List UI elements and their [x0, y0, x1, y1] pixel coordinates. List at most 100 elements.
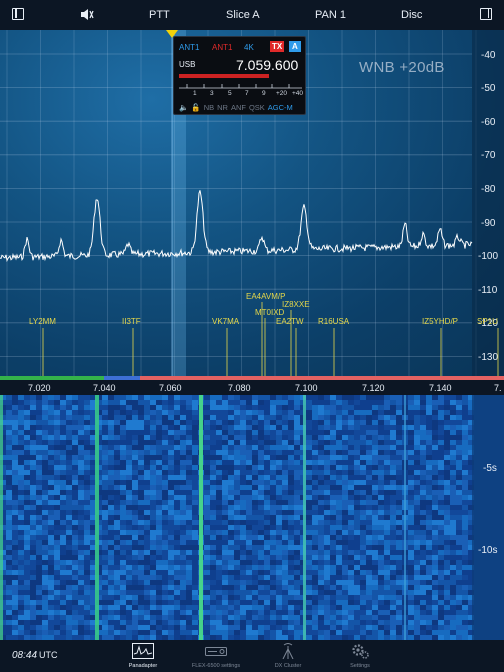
waterfall-cell: [156, 615, 162, 620]
waterfall-cell: [360, 430, 366, 435]
agc-button[interactable]: AGC-M: [268, 103, 293, 112]
tab-settings[interactable]: Settings: [325, 641, 395, 671]
anf-button[interactable]: ANF: [231, 103, 246, 112]
waterfall-cell: [186, 490, 192, 495]
waterfall-cell: [216, 485, 222, 490]
waterfall-cell: [204, 420, 210, 425]
waterfall-cell: [246, 565, 252, 570]
sidebar-toggle-icon[interactable]: [12, 8, 24, 20]
waterfall-cell: [324, 520, 330, 525]
waterfall-cell: [36, 595, 42, 600]
slice-letter-badge[interactable]: A: [289, 41, 301, 52]
waterfall-cell: [192, 620, 198, 625]
tab-panadapter[interactable]: Panadapter: [108, 641, 178, 671]
disconnect-button[interactable]: Disc: [401, 9, 422, 21]
ptt-button[interactable]: PTT: [149, 9, 170, 21]
waterfall-cell: [294, 620, 300, 625]
waterfall-cell: [354, 520, 360, 525]
waterfall-cell: [384, 425, 390, 430]
waterfall-cell: [138, 530, 144, 535]
dx-spot[interactable]: LY2MM: [29, 317, 56, 326]
waterfall-cell: [432, 630, 438, 635]
pan-selector[interactable]: PAN 1: [315, 9, 346, 21]
wnb-indicator[interactable]: WNB +20dB: [359, 59, 445, 76]
waterfall-cell: [390, 510, 396, 515]
dx-spot[interactable]: EA4AVM/P: [246, 292, 285, 301]
waterfall-cell: [234, 625, 240, 630]
waterfall-cell: [204, 510, 210, 515]
waterfall-cell: [222, 430, 228, 435]
tab-radio-settings[interactable]: FLEX-6500 settings: [181, 641, 251, 671]
waterfall-cell: [312, 450, 318, 455]
waterfall-cell: [30, 420, 36, 425]
waterfall-cell: [234, 400, 240, 405]
dx-spot[interactable]: SP1U: [477, 317, 498, 326]
waterfall-cell: [186, 580, 192, 585]
waterfall-cell: [132, 460, 138, 465]
slice-frequency[interactable]: 7.059.600: [236, 57, 298, 73]
dx-spot[interactable]: II3TF: [122, 317, 141, 326]
dx-spot[interactable]: EA2TW: [276, 317, 304, 326]
dx-spot[interactable]: MT0IXD: [255, 308, 284, 317]
panel-toggle-icon[interactable]: [480, 8, 492, 20]
waterfall-cell: [270, 575, 276, 580]
waterfall-cell: [252, 560, 258, 565]
waterfall-cell: [444, 450, 450, 455]
dx-spot[interactable]: IZ5YHD/P: [422, 317, 458, 326]
rx-antenna[interactable]: ANT1: [179, 43, 199, 52]
tx-antenna[interactable]: ANT1: [212, 43, 232, 52]
waterfall-cell: [102, 610, 108, 615]
waterfall-cell: [228, 415, 234, 420]
dx-spot[interactable]: VK7MA: [212, 317, 239, 326]
waterfall-cell: [114, 480, 120, 485]
waterfall-cell: [432, 430, 438, 435]
slice-flag[interactable]: ANT1 ANT1 4K TX A USB 7.059.600 1 3 5 7: [173, 36, 306, 115]
tab-dx-cluster[interactable]: DX Cluster: [253, 641, 323, 671]
waterfall-cell: [102, 575, 108, 580]
qsk-button[interactable]: QSK: [249, 103, 265, 112]
waterfall-cell: [390, 415, 396, 420]
waterfall-cell: [48, 465, 54, 470]
mode-select[interactable]: USB: [179, 60, 195, 69]
filter-width[interactable]: 4K: [244, 43, 254, 52]
waterfall-cell: [66, 395, 72, 400]
waterfall-cell: [450, 630, 456, 635]
waterfall-cell: [204, 460, 210, 465]
nb-button[interactable]: NB: [204, 103, 214, 112]
waterfall[interactable]: -5s -10s: [0, 395, 504, 640]
waterfall-cell: [414, 410, 420, 415]
waterfall-cell: [360, 500, 366, 505]
waterfall-cell: [246, 425, 252, 430]
waterfall-cell: [84, 485, 90, 490]
waterfall-cell: [354, 440, 360, 445]
waterfall-cell: [192, 400, 198, 405]
waterfall-cell: [42, 415, 48, 420]
waterfall-cell: [186, 445, 192, 450]
waterfall-cell: [54, 590, 60, 595]
slice-selector[interactable]: Slice A: [226, 9, 260, 21]
speaker-icon[interactable]: 🔈: [179, 103, 188, 112]
lock-icon[interactable]: 🔓: [191, 103, 200, 112]
tx-badge[interactable]: TX: [270, 41, 285, 52]
panadapter[interactable]: WNB +20dB ANT1 ANT1 4K TX A USB 7.059.60…: [0, 30, 504, 376]
db-label: -70: [481, 150, 496, 161]
waterfall-cell: [384, 395, 390, 400]
frequency-scale[interactable]: 7.020 7.040 7.060 7.080 7.100 7.120 7.14…: [0, 376, 504, 395]
mute-icon[interactable]: [80, 8, 94, 21]
waterfall-cell: [432, 400, 438, 405]
waterfall-cell: [24, 550, 30, 555]
waterfall-cell: [162, 450, 168, 455]
waterfall-cell: [162, 570, 168, 575]
waterfall-cell: [36, 585, 42, 590]
waterfall-cell: [84, 475, 90, 480]
waterfall-cell: [18, 630, 24, 635]
waterfall-cell: [336, 600, 342, 605]
nr-button[interactable]: NR: [217, 103, 228, 112]
waterfall-cell: [414, 440, 420, 445]
waterfall-cell: [126, 425, 132, 430]
dx-spot[interactable]: IZ8XXE: [282, 300, 310, 309]
waterfall-cell: [138, 455, 144, 460]
waterfall-cell: [222, 585, 228, 590]
dx-spot[interactable]: R16USA: [318, 317, 349, 326]
waterfall-cell: [120, 630, 126, 635]
